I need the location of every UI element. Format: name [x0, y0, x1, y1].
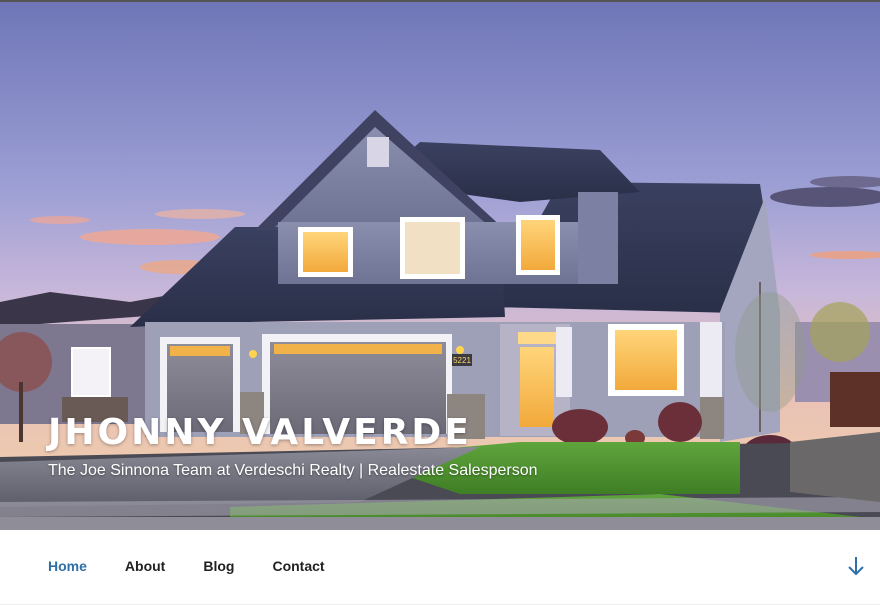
nav-item-contact[interactable]: Contact [272, 558, 324, 574]
scroll-down-button[interactable] [846, 555, 866, 577]
nav-item-about[interactable]: About [125, 558, 165, 574]
nav-item-blog[interactable]: Blog [203, 558, 234, 574]
header-hero: 5221 JHONNY VALVERDE The Joe Sinnona Tea… [0, 2, 880, 530]
nav-item-home[interactable]: Home [48, 558, 87, 574]
site-title[interactable]: JHONNY VALVERDE [48, 412, 472, 453]
house-number: 5221 [453, 356, 471, 365]
nav-menu: Home About Blog Contact [48, 558, 363, 574]
main-navigation: Home About Blog Contact [0, 530, 880, 605]
arrow-down-icon [848, 557, 864, 576]
site-tagline: The Joe Sinnona Team at Verdeschi Realty… [48, 462, 538, 479]
